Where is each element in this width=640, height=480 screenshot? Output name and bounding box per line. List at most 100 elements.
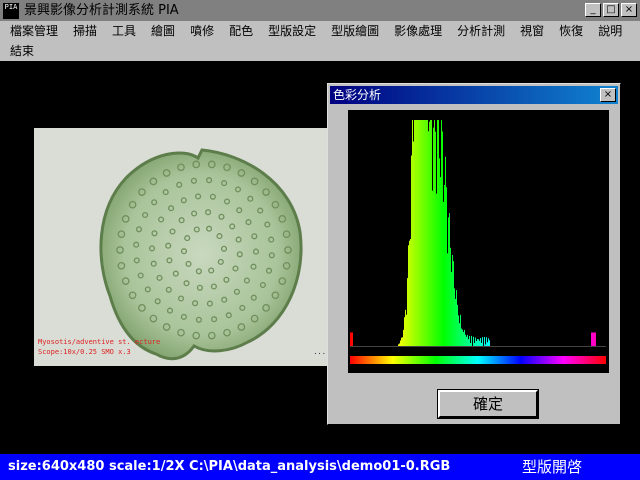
specimen-drawing <box>99 148 303 361</box>
histogram-bar <box>420 120 421 346</box>
histogram-bar <box>471 335 472 346</box>
menu-tools[interactable]: 工具 <box>102 21 141 41</box>
histogram-bar <box>479 340 480 346</box>
histogram-bar <box>431 120 432 346</box>
histogram-bar <box>593 332 594 346</box>
menu-spray[interactable]: 噴修 <box>180 21 219 41</box>
histogram-bar <box>436 193 437 346</box>
histogram-bar <box>449 213 450 346</box>
app-icon[interactable]: PIA <box>3 3 19 19</box>
histogram-bar <box>458 315 459 346</box>
histogram-bar <box>457 304 458 346</box>
histogram-bar <box>592 332 593 346</box>
menu-draw[interactable]: 繪圖 <box>141 21 180 41</box>
dialog-title-bar[interactable]: 色彩分析 × <box>330 86 618 104</box>
histogram-bar <box>486 337 487 346</box>
histogram-bar <box>411 155 412 346</box>
histogram-bar <box>434 120 435 346</box>
specimen-caption-2: Scope:10x/0.25 SMO x.3 <box>38 348 131 356</box>
histogram-bar <box>448 217 449 346</box>
menu-restore[interactable]: 恢復 <box>549 21 588 41</box>
menu-scan[interactable]: 掃描 <box>63 21 102 41</box>
histogram-bar <box>591 332 592 346</box>
menu-row-2: 結束 <box>0 41 39 61</box>
histogram-bar <box>464 329 465 346</box>
menu-template-settings[interactable]: 型版設定 <box>258 21 321 41</box>
histogram-bar <box>442 131 443 346</box>
minimize-button[interactable]: _ <box>585 3 601 17</box>
histogram-bar <box>404 317 405 346</box>
histogram-bar <box>403 329 404 346</box>
histogram-bar <box>405 309 406 346</box>
histogram-bar <box>488 338 489 346</box>
menu-window[interactable]: 視窗 <box>510 21 549 41</box>
histogram-bar <box>487 342 488 346</box>
specimen-mark: ... <box>313 348 326 356</box>
histogram-bar <box>456 290 457 346</box>
close-button[interactable]: × <box>621 3 637 17</box>
histogram-bar <box>460 314 461 346</box>
histogram-bar <box>478 339 479 346</box>
menu-bar: 檔案管理 掃描 工具 繪圖 噴修 配色 型版設定 型版繪圖 影像處理 分析計測 … <box>0 21 640 61</box>
ok-button[interactable]: 確定 <box>437 389 539 419</box>
histogram-bar <box>400 340 401 346</box>
histogram-bar <box>468 339 469 346</box>
menu-template-draw[interactable]: 型版繪圖 <box>321 21 384 41</box>
dialog-close-button[interactable]: × <box>600 88 616 102</box>
histogram-bar <box>398 344 399 346</box>
color-analysis-dialog: 色彩分析 × 確定 <box>327 83 621 425</box>
histogram-bar <box>454 288 455 346</box>
histogram-bar <box>417 120 418 346</box>
menu-file[interactable]: 檔案管理 <box>0 21 63 41</box>
status-mode: 型版開啓 <box>521 458 582 476</box>
histogram-bar <box>474 342 475 346</box>
histogram-bar <box>352 332 353 346</box>
histogram-bar <box>418 120 419 346</box>
menu-exit[interactable]: 結束 <box>0 41 39 61</box>
specimen-cell <box>99 148 303 361</box>
histogram-bar <box>481 342 482 346</box>
histogram-bar <box>409 240 410 346</box>
histogram-bar <box>412 120 413 346</box>
histogram-bar <box>408 245 409 346</box>
histogram-bar <box>467 334 468 346</box>
histogram-bar <box>415 120 416 346</box>
menu-help[interactable]: 說明 <box>588 21 627 41</box>
histogram-bar <box>428 131 429 346</box>
histogram-bar <box>419 120 420 346</box>
histogram-bar <box>429 121 430 346</box>
histogram-bar <box>485 344 486 346</box>
histogram-bar <box>473 336 474 346</box>
histogram-bar <box>444 184 445 346</box>
histogram-bar <box>407 278 408 346</box>
histogram-bar <box>451 271 452 346</box>
histogram-bar <box>425 120 426 346</box>
histogram-bar <box>414 120 415 346</box>
histogram-svg <box>350 120 606 364</box>
histogram-bar <box>453 261 454 346</box>
histogram-bar <box>413 141 414 346</box>
histogram-bar <box>445 156 446 346</box>
histogram-bar <box>594 332 595 346</box>
menu-color[interactable]: 配色 <box>219 21 258 41</box>
menu-image-processing[interactable]: 影像處理 <box>384 21 447 41</box>
histogram-bar <box>422 120 423 346</box>
color-histogram <box>348 110 609 373</box>
status-file-info: size:640x480 scale:1/2X C:\PIA\data_anal… <box>8 459 451 474</box>
histogram-bar <box>430 120 431 346</box>
histogram-bar <box>480 337 481 346</box>
maximize-button[interactable]: □ <box>603 3 619 17</box>
histogram-bar <box>470 343 471 346</box>
histogram-bar <box>427 120 428 346</box>
histogram-bar <box>477 339 478 346</box>
histogram-bar <box>421 120 422 346</box>
menu-analysis[interactable]: 分析計測 <box>447 21 510 41</box>
histogram-bar <box>433 127 434 346</box>
histogram-bar <box>406 314 407 346</box>
status-bar: size:640x480 scale:1/2X C:\PIA\data_anal… <box>0 454 640 480</box>
histogram-bar <box>461 328 462 346</box>
histogram-bar <box>462 329 463 346</box>
window-title-bar[interactable]: PIA 景興影像分析計測系統 PIA _ □ × <box>0 0 640 21</box>
histogram-bar <box>450 247 451 346</box>
histogram-bar <box>459 323 460 346</box>
